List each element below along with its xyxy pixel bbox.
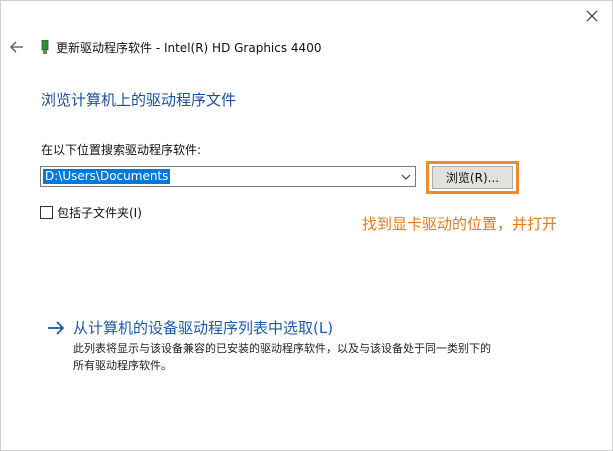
annotation-text: 找到显卡驱动的位置，并打开 <box>362 215 558 233</box>
back-arrow-icon[interactable] <box>9 39 25 55</box>
dialog-window: 更新驱动程序软件 - Intel(R) HD Graphics 4400 浏览计… <box>0 0 613 451</box>
description-line: 此列表将显示与该设备兼容的已安装的驱动程序软件，以及与该设备处于同一类别下的 <box>73 342 491 355</box>
device-icon <box>39 39 51 55</box>
window-header: 更新驱动程序软件 - Intel(R) HD Graphics 4400 <box>9 37 321 57</box>
path-combobox[interactable]: D:\Users\Documents <box>40 166 416 187</box>
arrow-right-icon <box>47 320 65 336</box>
close-icon <box>586 7 598 26</box>
close-button[interactable] <box>578 5 606 27</box>
path-input-value[interactable]: D:\Users\Documents <box>43 169 171 184</box>
search-location-label: 在以下位置搜索驱动程序软件: <box>41 143 202 157</box>
pick-from-list-label[interactable]: 从计算机的设备驱动程序列表中选取(L) <box>73 317 333 338</box>
include-subfolders-label: 包括子文件夹(I) <box>57 206 142 220</box>
page-heading: 浏览计算机上的驱动程序文件 <box>41 91 237 109</box>
browse-button[interactable]: 浏览(R)... <box>432 166 513 189</box>
include-subfolders-checkbox[interactable] <box>40 206 53 219</box>
chevron-down-icon[interactable] <box>399 170 412 183</box>
description-line: 所有驱动程序软件。 <box>73 359 172 372</box>
pick-from-list-description: 此列表将显示与该设备兼容的已安装的驱动程序软件，以及与该设备处于同一类别下的 所… <box>73 340 573 374</box>
include-subfolders-option[interactable]: 包括子文件夹(I) <box>40 204 142 221</box>
pick-from-list-link[interactable]: 从计算机的设备驱动程序列表中选取(L) <box>47 317 333 338</box>
window-title: 更新驱动程序软件 - Intel(R) HD Graphics 4400 <box>56 40 322 55</box>
